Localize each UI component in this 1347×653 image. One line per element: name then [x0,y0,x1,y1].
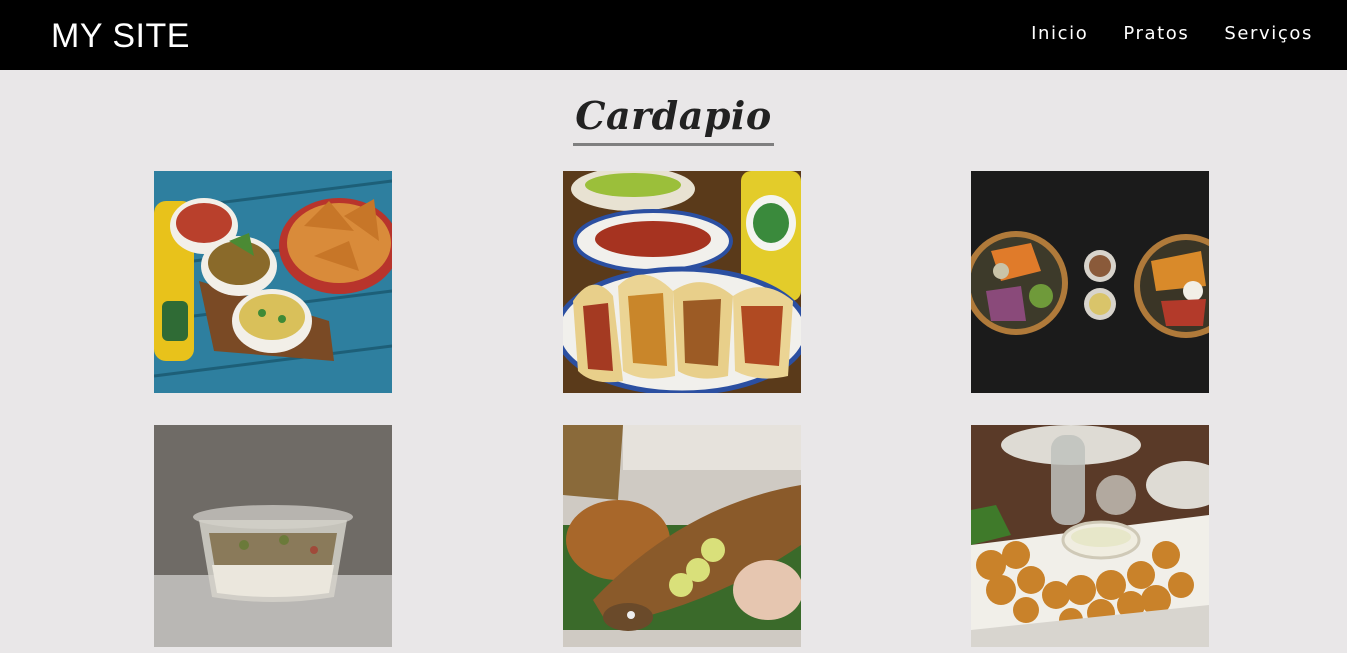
main-nav: Inicio Pratos Serviços [1031,22,1313,46]
nav-link-inicio[interactable]: Inicio [1031,22,1088,46]
dish-card-bowls[interactable] [971,171,1209,393]
nav-link-servicos[interactable]: Serviços [1224,22,1313,46]
nav-link-pratos[interactable]: Pratos [1123,22,1189,46]
dish-image-tacos [563,171,801,393]
dish-image-rice-salad [154,425,392,647]
dish-image-fried-shrimp [971,425,1209,647]
site-logo[interactable]: MY SITE [51,16,190,56]
dish-card-fried-shrimp[interactable] [971,425,1209,647]
dish-image-fried-fish [563,425,801,647]
dish-card-rice-salad[interactable] [154,425,392,647]
dish-card-chips-salsa[interactable] [154,171,392,393]
dish-image-chips-salsa [154,171,392,393]
page-title: Cardapio [573,93,774,146]
top-navbar: MY SITE Inicio Pratos Serviços [0,0,1347,70]
section-title-wrapper: Cardapio [0,93,1347,146]
dish-card-fried-fish[interactable] [563,425,801,647]
dish-image-bowls [971,171,1209,393]
dish-card-tacos[interactable] [563,171,801,393]
